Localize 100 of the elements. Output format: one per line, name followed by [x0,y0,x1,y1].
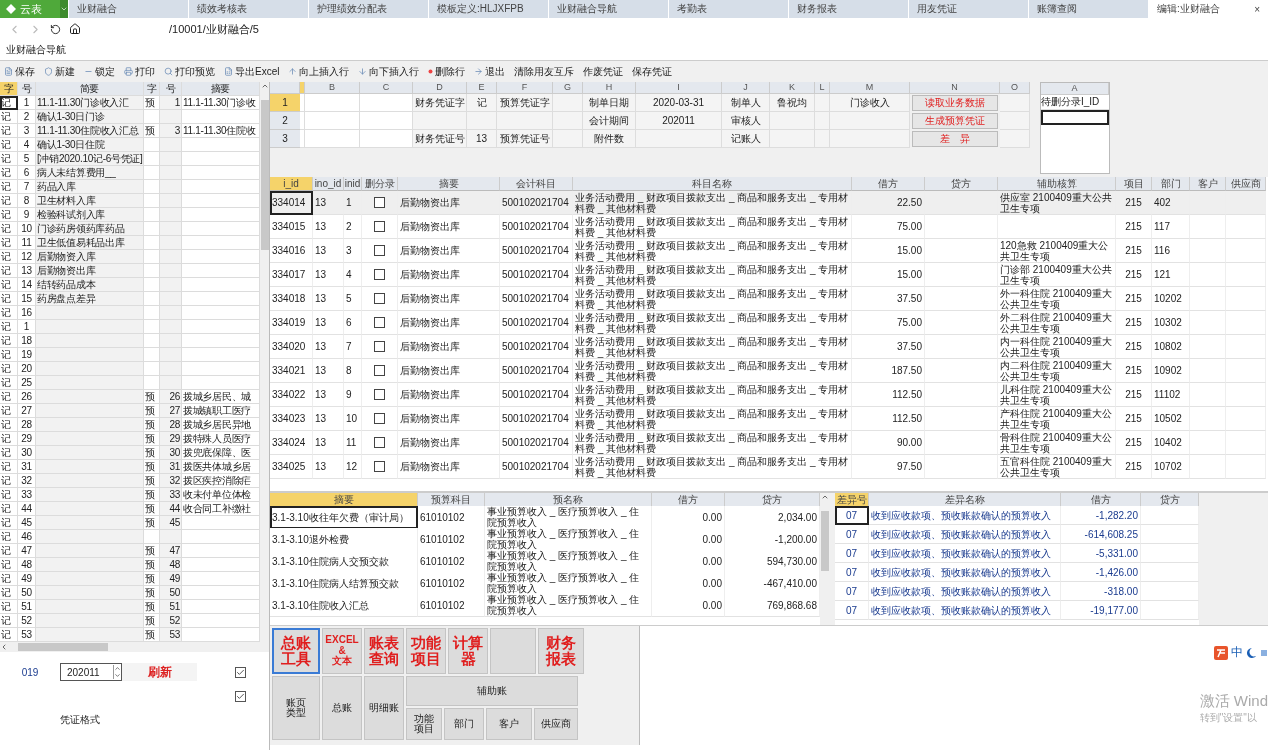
table-cell[interactable]: 记 [0,110,18,124]
checkbox[interactable] [374,389,385,400]
table-cell[interactable]: 记 [0,250,18,264]
table-cell[interactable]: 07 [835,582,869,601]
table-cell[interactable]: 334018 [270,287,313,311]
checkbox[interactable] [374,293,385,304]
checkbox[interactable] [374,437,385,448]
arrow-up-icon[interactable] [260,82,269,90]
table-cell[interactable]: 记 [0,432,18,446]
table-cell[interactable]: 记 [0,460,18,474]
table-cell[interactable]: 334025 [270,455,313,479]
table-cell[interactable]: 3.1-3.10住院病人交预交款 [270,550,418,573]
table-cell[interactable]: 记 [0,404,18,418]
table-cell[interactable]: 记 [0,474,18,488]
checkbox[interactable] [374,365,385,376]
table-cell[interactable]: 3.1-3.10住院病人结算预交款 [270,572,418,595]
arrow-left-icon[interactable] [0,643,8,651]
dropdown-button[interactable] [60,0,68,18]
table-cell[interactable]: 记 [0,152,18,166]
sheet-cell[interactable] [1041,110,1109,125]
table-cell[interactable]: 3.1-3.10收往年欠费（审计局） [270,506,418,529]
table-cell[interactable]: 记 [0,418,18,432]
ledger-button[interactable]: 明细账 [364,676,404,740]
table-cell[interactable]: 334021 [270,359,313,383]
table-cell[interactable]: 记 [0,348,18,362]
table-cell[interactable]: 记 [0,166,18,180]
table-cell[interactable]: 07 [835,525,869,544]
ledger-button[interactable]: 客户 [486,708,532,740]
table-cell[interactable]: 334015 [270,215,313,239]
table-cell[interactable]: 记 [0,208,18,222]
table-cell[interactable]: 记 [0,488,18,502]
table-cell[interactable]: 334020 [270,335,313,359]
table-cell[interactable]: 记 [0,194,18,208]
table-cell[interactable]: 记 [0,516,18,530]
ime-logo-icon[interactable] [1214,645,1228,660]
table-cell[interactable]: 3.1-3.10退外检费 [270,528,418,551]
table-cell[interactable]: 记 [0,138,18,152]
close-icon[interactable]: × [1254,3,1260,15]
toolbar-button[interactable]: 打印预览 [164,64,215,79]
sheet-button[interactable]: 差 异 [912,131,998,147]
ledger-button[interactable]: 功能 项目 [406,708,442,740]
arrow-up-icon[interactable] [114,665,121,672]
table-cell[interactable]: 记 [0,180,18,194]
table-cell[interactable]: 记 [0,236,18,250]
table-cell[interactable]: 记 [0,544,18,558]
tool-button[interactable]: EXCEL & 文本 [322,628,362,674]
toolbar-button[interactable]: 导出Excel [224,64,280,79]
table-cell[interactable]: 记 [0,376,18,390]
table-cell[interactable]: 记 [0,320,18,334]
table-cell[interactable]: 记 [0,614,18,628]
table-cell[interactable]: 记 [0,530,18,544]
table-cell[interactable]: 07 [835,563,869,582]
arrow-up-icon[interactable] [821,493,829,501]
table-cell[interactable]: 记 [0,222,18,236]
tool-button[interactable]: 财务 报表 [538,628,584,674]
toolbar-button[interactable]: 作废凭证 [583,64,624,79]
table-cell[interactable]: 记 [0,306,18,320]
table-cell[interactable]: 334016 [270,239,313,263]
home-icon[interactable] [69,23,81,35]
tool-button[interactable]: 计算 器 [448,628,488,674]
checkbox[interactable] [374,269,385,280]
toolbar-button[interactable]: 保存凭证 [632,64,673,79]
scrollbar[interactable] [0,642,269,652]
table-cell[interactable]: 记 [0,292,18,306]
table-cell[interactable]: 记 [0,390,18,404]
moon-icon[interactable] [1246,646,1268,659]
table-cell[interactable]: 334019 [270,311,313,335]
table-cell[interactable]: 07 [835,506,869,525]
toolbar-button[interactable]: 向下插入行 [358,64,420,79]
table-cell[interactable]: 334014 [270,191,313,215]
table-cell[interactable]: 记 [0,628,18,642]
checkbox[interactable] [374,413,385,424]
caret-icon[interactable] [60,5,68,13]
checkbox[interactable] [374,221,385,232]
ledger-button[interactable]: 供应商 [534,708,578,740]
table-cell[interactable]: 记 [0,278,18,292]
sheet-button[interactable]: 读取业务数据 [912,95,998,111]
toolbar-button[interactable]: 新建 [44,64,75,79]
ime-mode[interactable]: 中 [1231,644,1243,661]
table-cell[interactable]: 记 [0,502,18,516]
scrollbar-thumb[interactable] [821,511,829,571]
period-field[interactable]: 202011 [60,663,122,681]
tool-button[interactable]: 总账 工具 [272,628,320,674]
table-cell[interactable]: 记 [0,264,18,278]
table-cell[interactable]: 07 [835,601,869,620]
table-cell[interactable]: 334023 [270,407,313,431]
refresh-icon[interactable] [50,23,61,35]
checkbox[interactable] [374,341,385,352]
table-cell[interactable]: 记 [0,558,18,572]
checkbox[interactable] [235,690,246,702]
toolbar-button[interactable]: 打印 [124,64,155,79]
ledger-button[interactable]: 部门 [444,708,484,740]
table-cell[interactable]: 记 [0,124,18,138]
refresh-button[interactable]: 刷新 [122,663,197,681]
checkbox[interactable] [374,461,385,472]
toolbar-button[interactable]: 退出 [474,64,506,79]
table-cell[interactable]: 334024 [270,431,313,455]
scrollbar-thumb[interactable] [260,100,269,250]
toolbar-button[interactable]: 删除行 [428,64,466,79]
table-cell[interactable]: 07 [835,544,869,563]
